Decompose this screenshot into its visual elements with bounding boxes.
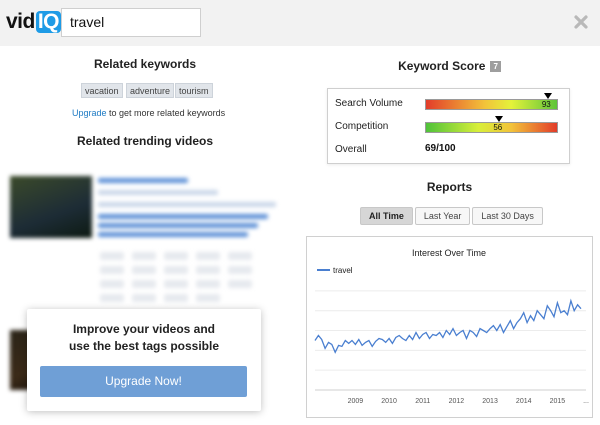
keyword-score-box: Search Volume 93 Competition 56 Overall … <box>327 88 570 164</box>
x-tick-label: ... <box>583 398 589 405</box>
promo-line-2: use the best tags possible <box>68 339 220 353</box>
blurred-line <box>98 223 258 228</box>
blurred-line <box>98 214 268 219</box>
x-tick-label: 2014 <box>516 398 532 405</box>
blurred-chip <box>164 252 188 260</box>
blurred-line <box>98 202 276 207</box>
score-badge: 7 <box>490 61 501 72</box>
top-bar: vid IQ travel <box>0 0 600 46</box>
series-line-travel <box>314 298 582 354</box>
upgrade-keywords-note: Upgrade to get more related keywords <box>72 108 225 118</box>
competition-marker-icon <box>495 116 504 122</box>
upgrade-now-button[interactable]: Upgrade Now! <box>40 366 247 397</box>
blurred-chip <box>164 294 188 302</box>
overall-value: 69/100 <box>425 143 456 154</box>
search-volume-value: 93 <box>541 100 551 109</box>
reports-title: Reports <box>426 180 473 194</box>
tab-last-30-days[interactable]: Last 30 Days <box>472 207 543 225</box>
x-tick-label: 2013 <box>482 398 498 405</box>
keyword-tag[interactable]: vacation <box>81 83 123 98</box>
x-tick-label: 2010 <box>381 398 397 405</box>
search-volume-marker-icon <box>543 93 552 99</box>
keyword-tag[interactable]: adventure <box>126 83 175 98</box>
blurred-chip <box>100 280 124 288</box>
blurred-chip <box>132 266 156 274</box>
competition-value: 56 <box>493 123 503 132</box>
video-thumbnail <box>10 176 92 238</box>
blurred-chip <box>100 294 124 302</box>
blurred-chip <box>228 252 252 260</box>
logo-prefix: vid <box>6 10 35 33</box>
logo-suffix: IQ <box>35 10 62 33</box>
blurred-chip <box>132 280 156 288</box>
blurred-line <box>98 190 218 195</box>
chart-grid <box>315 290 586 391</box>
promo-text: Improve your videos and use the best tag… <box>27 321 261 355</box>
blurred-chip <box>132 252 156 260</box>
upgrade-note-text: to get more related keywords <box>106 108 226 118</box>
chart-title: Interest Over Time <box>412 248 486 258</box>
reports-tabs: All Time Last Year Last 30 Days <box>360 207 545 225</box>
x-tick-label: 2009 <box>348 398 364 405</box>
blurred-chip <box>196 294 220 302</box>
chart-svg: Interest Over Time travel 2009 2010 2011 20… <box>314 248 589 405</box>
legend-label: travel <box>333 266 353 275</box>
keyword-score-title: Keyword Score 7 <box>306 59 593 73</box>
blurred-line <box>98 178 188 183</box>
blurred-chip <box>132 294 156 302</box>
tab-last-year[interactable]: Last Year <box>414 207 471 225</box>
upgrade-link[interactable]: Upgrade <box>72 108 107 118</box>
blurred-chip <box>100 266 124 274</box>
vidiq-logo[interactable]: vid IQ <box>6 10 62 34</box>
related-trending-videos-title: Related trending videos <box>76 134 214 148</box>
search-volume-label: Search Volume <box>335 98 403 109</box>
related-keywords-title: Related keywords <box>93 57 197 71</box>
interest-over-time-chart: Interest Over Time travel 2009 2010 2011 20… <box>306 236 593 418</box>
x-tick-label: 2012 <box>449 398 465 405</box>
close-icon[interactable] <box>572 13 590 31</box>
keyword-score-label: Keyword Score <box>398 59 486 73</box>
competition-label: Competition <box>335 121 389 132</box>
blurred-chip <box>228 280 252 288</box>
tab-all-time[interactable]: All Time <box>360 207 413 225</box>
blurred-chip <box>100 252 124 260</box>
blurred-chip <box>196 266 220 274</box>
x-tick-label: 2011 <box>415 398 430 405</box>
keyword-tag[interactable]: tourism <box>175 83 213 98</box>
upgrade-promo-card: Improve your videos and use the best tag… <box>27 309 261 411</box>
blurred-chip <box>164 280 188 288</box>
blurred-chip <box>196 252 220 260</box>
x-axis-ticks: 2009 2010 2011 2012 2013 2014 2015... <box>348 398 589 405</box>
blurred-chip <box>228 266 252 274</box>
search-input[interactable]: travel <box>61 8 201 37</box>
blurred-chip <box>196 280 220 288</box>
series-travel <box>314 298 582 354</box>
search-volume-bar: 93 <box>425 93 558 110</box>
blurred-chip <box>164 266 188 274</box>
blurred-line <box>98 232 248 237</box>
promo-line-1: Improve your videos and <box>72 322 216 336</box>
x-tick-label: 2015 <box>550 398 566 405</box>
competition-bar: 56 <box>425 116 558 133</box>
overall-label: Overall <box>335 144 367 155</box>
